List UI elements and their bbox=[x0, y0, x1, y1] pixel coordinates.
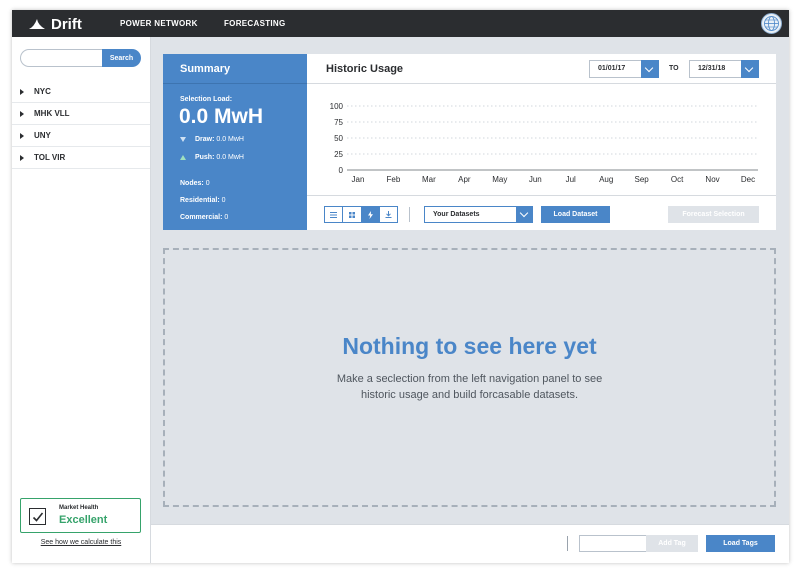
draw-label: Draw: bbox=[194, 136, 215, 143]
bottom-bar: Add Tag Load Tags bbox=[151, 524, 789, 563]
nodes-row: Nodes: 0 bbox=[180, 180, 210, 187]
draw-row: Draw: 0.0 MwH bbox=[180, 136, 244, 143]
globe-icon[interactable] bbox=[761, 13, 782, 34]
fin-icon bbox=[29, 19, 45, 29]
region-tree: NYC MHK VLL UNY TOL VIR bbox=[12, 81, 150, 169]
market-health-label: Market Health bbox=[59, 505, 99, 511]
sidebar: Search NYC MHK VLL UNY TOL VIR Market He… bbox=[12, 37, 151, 563]
add-tag-button[interactable]: Add Tag bbox=[646, 535, 698, 552]
caret-right-icon bbox=[20, 88, 24, 95]
x-tick-label: Jan bbox=[352, 175, 365, 184]
selection-load-value: 0.0 MwH bbox=[179, 105, 264, 128]
bottom-divider bbox=[567, 536, 568, 551]
y-tick-label: 50 bbox=[334, 134, 343, 143]
forecast-selection-button[interactable]: Forecast Selection bbox=[668, 206, 759, 223]
download-icon[interactable] bbox=[380, 207, 397, 222]
nodes-label: Nodes: bbox=[180, 180, 204, 187]
y-tick-label: 75 bbox=[334, 118, 343, 127]
load-tags-button[interactable]: Load Tags bbox=[706, 535, 775, 552]
summary-title: Summary bbox=[163, 54, 307, 84]
app-window: Drift POWER NETWORK FORECASTING Search N… bbox=[12, 10, 789, 563]
empty-state-dropzone: Nothing to see here yet Make a seclectio… bbox=[163, 248, 776, 507]
draw-value: 0.0 MwH bbox=[216, 136, 244, 143]
x-tick-label: Jun bbox=[529, 175, 542, 184]
historic-usage-panel: Historic Usage 01/01/17 TO 12/31/18 0 25 5… bbox=[307, 54, 776, 230]
tree-item-label: NYC bbox=[34, 87, 51, 96]
toolbar-divider bbox=[409, 207, 410, 222]
x-tick-label: Apr bbox=[458, 175, 471, 184]
brand-name: Drift bbox=[51, 15, 82, 33]
push-row: Push: 0.0 MwH bbox=[180, 154, 244, 161]
datasets-select[interactable]: Your Datasets bbox=[424, 206, 533, 223]
calculation-link[interactable]: See how we calculate this bbox=[12, 539, 150, 546]
chevron-down-icon[interactable] bbox=[741, 60, 759, 78]
x-tick-label: Oct bbox=[671, 175, 684, 184]
tag-input[interactable] bbox=[579, 535, 647, 552]
triangle-up-icon bbox=[180, 154, 186, 160]
nodes-value: 0 bbox=[205, 180, 210, 187]
search-input[interactable] bbox=[20, 49, 104, 67]
tree-item-nyc[interactable]: NYC bbox=[12, 81, 150, 103]
residential-label: Residential: bbox=[180, 197, 220, 204]
caret-right-icon bbox=[20, 110, 24, 117]
x-tick-label: Aug bbox=[599, 175, 613, 184]
view-toggle-group bbox=[324, 206, 398, 223]
commercial-row: Commercial: 0 bbox=[180, 214, 228, 221]
x-tick-label: Mar bbox=[422, 175, 436, 184]
nav-forecasting[interactable]: FORECASTING bbox=[224, 10, 286, 37]
market-health-card: Market Health Excellent bbox=[20, 498, 141, 533]
checkmark-icon bbox=[29, 508, 46, 525]
historic-toolbar: Your Datasets Load Dataset Forecast Sele… bbox=[307, 195, 776, 230]
usage-chart: 0 25 50 75 100 Jan Feb Mar Apr May Jun Jul Aug Sep Oct… bbox=[330, 102, 758, 184]
y-tick-label: 25 bbox=[334, 150, 343, 159]
to-date-picker[interactable]: 12/31/18 bbox=[689, 60, 759, 78]
empty-state-title: Nothing to see here yet bbox=[342, 333, 597, 359]
from-date-value: 01/01/17 bbox=[598, 65, 626, 72]
x-tick-label: Jul bbox=[566, 175, 576, 184]
caret-right-icon bbox=[20, 132, 24, 139]
search-group: Search bbox=[20, 49, 141, 67]
caret-right-icon bbox=[20, 154, 24, 161]
grid-view-icon[interactable] bbox=[343, 207, 362, 222]
search-button[interactable]: Search bbox=[102, 49, 141, 67]
x-tick-label: May bbox=[492, 175, 507, 184]
load-dataset-button[interactable]: Load Dataset bbox=[541, 206, 610, 223]
triangle-down-icon bbox=[180, 136, 186, 142]
residential-value: 0 bbox=[221, 197, 226, 204]
tree-item-label: UNY bbox=[34, 131, 51, 140]
y-tick-label: 100 bbox=[330, 102, 344, 111]
push-label: Push: bbox=[194, 154, 215, 161]
top-bar: Drift POWER NETWORK FORECASTING bbox=[12, 10, 789, 37]
x-tick-label: Nov bbox=[705, 175, 719, 184]
commercial-label: Commercial: bbox=[180, 214, 223, 221]
empty-state-description: Make a seclection from the left navigati… bbox=[336, 373, 603, 401]
to-label: TO bbox=[669, 65, 679, 72]
nav-power-network[interactable]: POWER NETWORK bbox=[120, 10, 198, 37]
chevron-down-icon[interactable] bbox=[516, 206, 533, 223]
residential-row: Residential: 0 bbox=[180, 197, 226, 204]
chevron-down-icon[interactable] bbox=[641, 60, 659, 78]
y-tick-label: 0 bbox=[339, 166, 344, 175]
x-tick-label: Feb bbox=[387, 175, 401, 184]
tree-item-label: MHK VLL bbox=[34, 109, 70, 118]
list-view-icon[interactable] bbox=[325, 207, 344, 222]
commercial-value: 0 bbox=[224, 214, 229, 221]
x-tick-label: Dec bbox=[741, 175, 755, 184]
datasets-select-value: Your Datasets bbox=[433, 211, 480, 218]
push-value: 0.0 MwH bbox=[216, 154, 244, 161]
historic-header: Historic Usage 01/01/17 TO 12/31/18 bbox=[307, 54, 776, 84]
logo[interactable]: Drift bbox=[28, 14, 82, 34]
tree-item-tol-vir[interactable]: TOL VIR bbox=[12, 147, 150, 169]
x-tick-label: Sep bbox=[635, 175, 650, 184]
tree-item-label: TOL VIR bbox=[34, 153, 66, 162]
tree-item-uny[interactable]: UNY bbox=[12, 125, 150, 147]
summary-panel: Summary Selection Load: 0.0 MwH Draw: 0.… bbox=[163, 54, 307, 230]
historic-title: Historic Usage bbox=[326, 63, 404, 75]
tree-item-mhk-vll[interactable]: MHK VLL bbox=[12, 103, 150, 125]
from-date-picker[interactable]: 01/01/17 bbox=[589, 60, 659, 78]
bolt-view-icon[interactable] bbox=[361, 207, 380, 222]
to-date-value: 12/31/18 bbox=[698, 65, 726, 72]
market-health-value: Excellent bbox=[59, 514, 108, 526]
selection-load-label: Selection Load: bbox=[180, 96, 233, 103]
